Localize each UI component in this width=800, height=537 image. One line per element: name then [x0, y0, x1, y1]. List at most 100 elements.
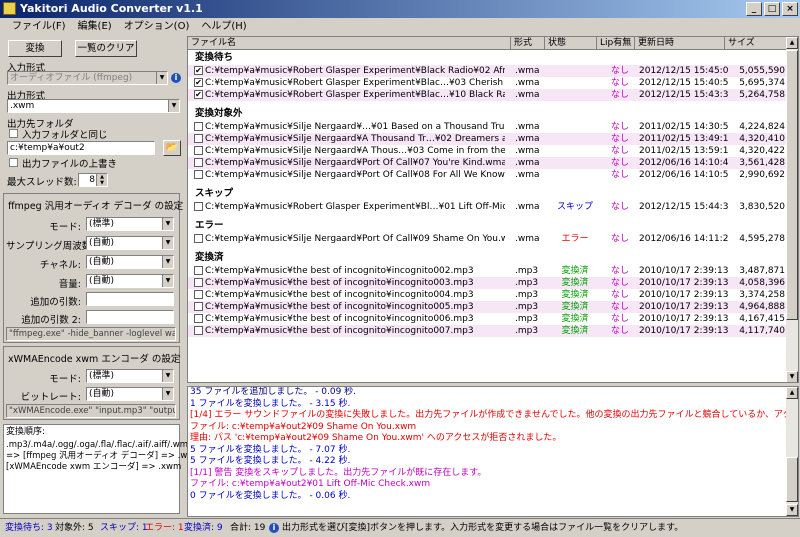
menu-file[interactable]: ファイル(F) — [6, 18, 72, 35]
spin-arrows-icon[interactable]: ▲ ▼ — [96, 174, 107, 186]
settings-panel: 変換 一覧のクリア 入力形式 オーディオファイル (ffmpeg) ▼ i 出力形… — [0, 36, 215, 517]
ffmpeg-mode-value: (標準) — [89, 219, 115, 229]
row-checkbox[interactable] — [194, 302, 203, 311]
file-list[interactable]: ファイル名 形式 状態 Lip有無 更新日時 サイズ 変換待ち ✔ C:¥temp¥… — [187, 36, 799, 383]
cell-name: C:¥temp¥a¥music¥Silje Nergaard¥Port Of C… — [205, 234, 505, 244]
cell-size: 4,595,278 — [739, 234, 785, 244]
file-row[interactable]: C:¥temp¥a¥music¥Silje Nergaard¥Port Of C… — [188, 233, 787, 245]
scroll-down-icon[interactable]: ▼ — [786, 504, 798, 516]
file-row[interactable]: C:¥temp¥a¥music¥the best of incognito¥in… — [188, 289, 787, 301]
cell-fmt: .wma — [515, 122, 540, 132]
log-scrollbar[interactable]: ▲ ▼ — [786, 387, 798, 516]
file-row[interactable]: C:¥temp¥a¥music¥the best of incognito¥in… — [188, 325, 787, 337]
cell-lip: なし — [610, 314, 629, 324]
xwma-bitrate-select[interactable]: (自動) ▼ — [86, 387, 174, 401]
row-checkbox[interactable] — [194, 202, 203, 211]
file-row[interactable]: ✔ C:¥temp¥a¥music¥Robert Glasper Experime… — [188, 77, 787, 89]
cell-size: 4,224,824 — [739, 122, 785, 132]
cell-fmt: .wma — [515, 90, 540, 100]
row-checkbox[interactable] — [194, 158, 203, 167]
cell-size: 5,055,590 — [739, 66, 785, 76]
row-checkbox[interactable] — [194, 314, 203, 323]
column-header-status[interactable]: 状態 — [545, 37, 597, 50]
column-header-format[interactable]: 形式 — [511, 37, 545, 50]
menu-help[interactable]: ヘルプ(H) — [195, 18, 252, 35]
file-row[interactable]: C:¥temp¥a¥music¥Silje Nergaard¥A Thous…¥… — [188, 145, 787, 157]
row-checkbox[interactable]: ✔ — [194, 90, 203, 99]
row-checkbox[interactable] — [194, 122, 203, 131]
cell-name: C:¥temp¥a¥music¥Silje Nergaard¥A Thousan… — [205, 134, 505, 144]
cell-lip: なし — [610, 326, 629, 336]
cell-fmt: .wma — [515, 134, 540, 144]
scroll-up-icon[interactable]: ▲ — [786, 387, 798, 399]
close-button[interactable]: × — [782, 2, 798, 16]
file-row[interactable]: ✔ C:¥temp¥a¥music¥Robert Glasper Experime… — [188, 89, 787, 101]
cell-fmt: .wma — [515, 78, 540, 88]
folder-browse-icon[interactable]: 📂 — [163, 140, 181, 156]
conversion-steps-line: [xWMAEncode xwm エンコーダ] => .xwm — [6, 462, 182, 472]
cell-name: C:¥temp¥a¥music¥Robert Glasper Experimen… — [205, 90, 505, 100]
file-row[interactable]: C:¥temp¥a¥music¥the best of incognito¥in… — [188, 301, 787, 313]
ffmpeg-rate-select[interactable]: (自動) ▼ — [86, 236, 174, 250]
ffmpeg-channel-select[interactable]: (自動) ▼ — [86, 255, 174, 269]
row-checkbox[interactable]: ✔ — [194, 66, 203, 75]
row-checkbox[interactable] — [194, 266, 203, 275]
output-folder-input[interactable]: c:¥temp¥a¥out2 — [7, 141, 155, 155]
row-checkbox[interactable]: ✔ — [194, 78, 203, 87]
file-row[interactable]: C:¥temp¥a¥music¥the best of incognito¥in… — [188, 277, 787, 289]
row-checkbox[interactable] — [194, 290, 203, 299]
clear-list-button[interactable]: 一覧のクリア — [75, 40, 137, 57]
row-checkbox[interactable] — [194, 326, 203, 335]
xwma-mode-select[interactable]: (標準) ▼ — [86, 369, 174, 383]
ffmpeg-volume-value: (自動) — [89, 276, 115, 286]
row-checkbox[interactable] — [194, 234, 203, 243]
scroll-up-icon[interactable]: ▲ — [786, 37, 798, 49]
cell-date: 2012/12/15 15:45:01 — [639, 66, 729, 76]
row-checkbox[interactable] — [194, 170, 203, 179]
menu-options[interactable]: オプション(O) — [118, 18, 196, 35]
row-checkbox[interactable] — [194, 134, 203, 143]
threads-spinner[interactable]: 8 ▲ ▼ — [78, 173, 108, 187]
overwrite-checkbox[interactable] — [9, 158, 18, 167]
scroll-down-icon[interactable]: ▼ — [786, 371, 798, 382]
column-header-size[interactable]: サイズ — [725, 37, 787, 50]
column-header-name[interactable]: ファイル名 — [188, 37, 511, 50]
log-line: [1/1] 警告 変換をスキップしました。出力先ファイルが既に存在します。 — [190, 467, 487, 478]
output-format-value: .xwm — [10, 101, 35, 111]
file-row[interactable]: ✔ C:¥temp¥a¥music¥Robert Glasper Experime… — [188, 65, 787, 77]
file-list-scrollbar[interactable]: ▲ ▼ — [786, 37, 798, 382]
threads-label: 最大スレッド数: — [7, 177, 77, 188]
cell-size: 3,830,520 — [739, 202, 785, 212]
log-panel[interactable]: 35 ファイルを追加しました。 - 0.09 秒. 1 ファイルを変換しました。 … — [187, 386, 799, 517]
file-row[interactable]: C:¥temp¥a¥music¥Silje Nergaard¥Port Of C… — [188, 169, 787, 181]
same-as-input-checkbox[interactable] — [9, 129, 18, 138]
cell-status: 変換済 — [561, 266, 589, 276]
file-row[interactable]: C:¥temp¥a¥music¥the best of incognito¥in… — [188, 265, 787, 277]
column-header-lip[interactable]: Lip有無 — [597, 37, 635, 50]
ffmpeg-arg2-input[interactable] — [86, 310, 174, 324]
file-row[interactable]: C:¥temp¥a¥music¥Silje Nergaard¥A Thousan… — [188, 133, 787, 145]
log-line: 1 ファイルを変換しました。 - 3.15 秒. — [190, 398, 351, 409]
file-row[interactable]: C:¥temp¥a¥music¥Silje Nergaard¥…¥01 Base… — [188, 121, 787, 133]
menu-edit[interactable]: 編集(E) — [72, 18, 118, 35]
status-waiting: 変換待ち: 3 — [5, 523, 53, 533]
file-row[interactable]: C:¥temp¥a¥music¥Robert Glasper Experimen… — [188, 201, 787, 213]
row-checkbox[interactable] — [194, 146, 203, 155]
row-checkbox[interactable] — [194, 278, 203, 287]
file-row[interactable]: C:¥temp¥a¥music¥Silje Nergaard¥Port Of C… — [188, 157, 787, 169]
convert-button[interactable]: 変換 — [8, 40, 62, 57]
minimize-button[interactable]: _ — [746, 2, 762, 16]
cell-status: 変換済 — [561, 314, 589, 324]
cell-status: 変換済 — [561, 290, 589, 300]
ffmpeg-arg-input[interactable] — [86, 292, 174, 306]
file-row[interactable]: C:¥temp¥a¥music¥the best of incognito¥in… — [188, 313, 787, 325]
cell-fmt: .mp3 — [515, 314, 539, 324]
scroll-thumb[interactable] — [786, 457, 798, 502]
column-header-date[interactable]: 更新日時 — [635, 37, 725, 50]
ffmpeg-mode-select[interactable]: (標準) ▼ — [86, 217, 174, 231]
scroll-thumb[interactable] — [786, 50, 798, 320]
maximize-button[interactable]: □ — [764, 2, 780, 16]
cell-date: 2012/06/16 14:10:58 — [639, 170, 729, 180]
output-format-select[interactable]: .xwm ▼ — [7, 99, 180, 113]
ffmpeg-volume-select[interactable]: (自動) ▼ — [86, 274, 174, 288]
